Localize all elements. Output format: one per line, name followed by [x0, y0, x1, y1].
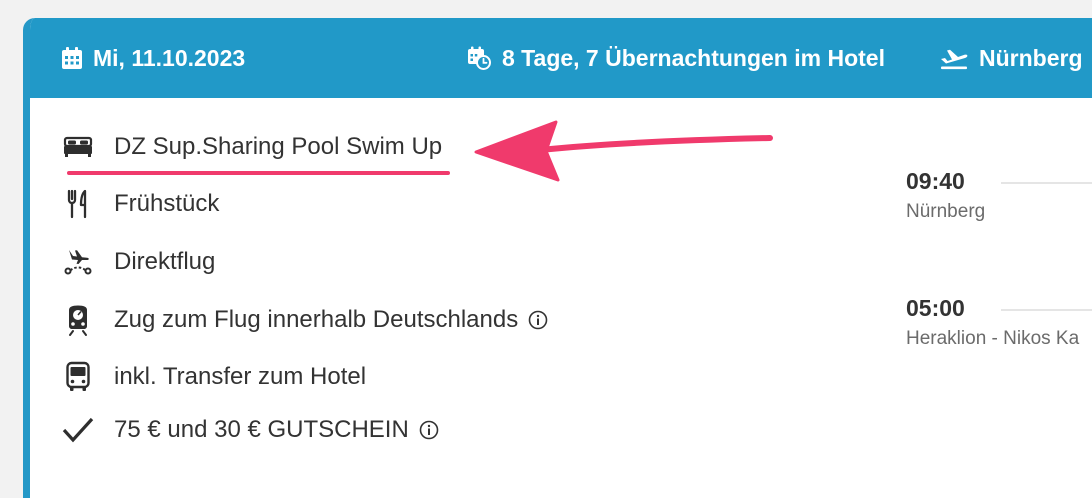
travel-date-text: Mi, 11.10.2023 [93, 44, 246, 71]
travel-date: Mi, 11.10.2023 [61, 18, 245, 98]
plane-departure-icon [941, 49, 968, 70]
feature-voucher: 75 € und 30 € GUTSCHEIN [60, 412, 439, 448]
feature-meal-label: Frühstück [114, 190, 220, 217]
direct-flight-icon [60, 244, 96, 280]
flight-line [1001, 309, 1092, 311]
cutlery-icon [60, 186, 96, 222]
flight-place: Nürnberg [906, 201, 986, 222]
feature-train-label: Zug zum Flug innerhalb Deutschlands [114, 306, 519, 333]
travel-duration-text: 8 Tage, 7 Übernachtungen im Hotel [502, 44, 885, 71]
flight-line [1001, 182, 1092, 184]
travel-duration: 8 Tage, 7 Übernachtungen im Hotel [467, 18, 885, 98]
feature-transfer-label: inkl. Transfer zum Hotel [114, 363, 367, 390]
calendar-clock-icon [468, 46, 491, 70]
feature-flight-label: Direktflug [114, 248, 216, 275]
departure-airport: Nürnberg [939, 18, 1083, 98]
highlight-underline [67, 171, 450, 175]
feature-voucher-label: 75 € und 30 € GUTSCHEIN [114, 416, 409, 443]
info-icon[interactable] [528, 310, 548, 330]
feature-train: Zug zum Flug innerhalb Deutschlands [60, 302, 548, 338]
feature-flight: Direktflug [60, 244, 215, 280]
annotation-arrow-icon [474, 120, 773, 182]
train-icon [60, 302, 96, 338]
feature-transfer: inkl. Transfer zum Hotel [60, 359, 366, 395]
flight-return: 05:00 Heraklion - Nikos Ka [906, 295, 1092, 350]
feature-meal: Frühstück [60, 186, 219, 222]
bus-icon [60, 359, 96, 395]
feature-room-label: DZ Sup.Sharing Pool Swim Up [114, 133, 443, 160]
checkmark-icon [60, 412, 96, 448]
flight-outbound: 09:40 Nürnberg [906, 168, 1092, 223]
bed-icon [60, 129, 96, 165]
flight-time: 09:40 [906, 168, 965, 194]
departure-airport-text: Nürnberg [979, 44, 1083, 71]
feature-room: DZ Sup.Sharing Pool Swim Up [60, 129, 442, 165]
info-icon[interactable] [419, 420, 439, 440]
offer-header: Mi, 11.10.2023 8 Tage, 7 Übernachtungen … [30, 18, 1092, 98]
flight-place: Heraklion - Nikos Ka [906, 328, 1080, 349]
calendar-icon [62, 47, 82, 69]
offer-card: Mi, 11.10.2023 8 Tage, 7 Übernachtungen … [23, 18, 1092, 498]
